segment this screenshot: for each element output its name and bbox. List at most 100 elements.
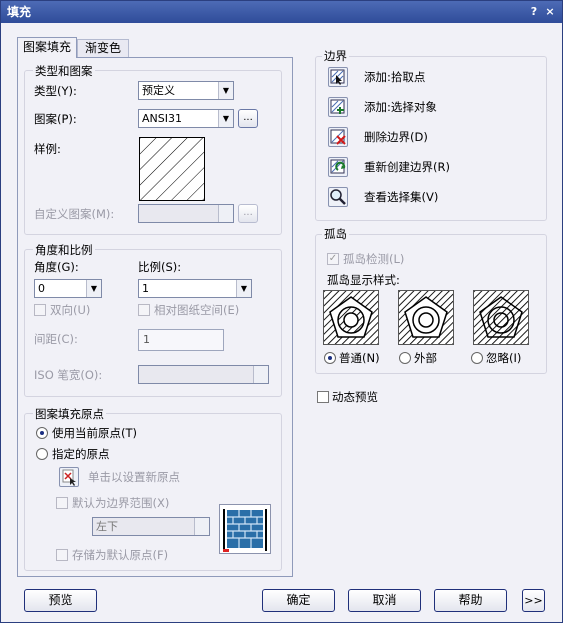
specified-origin-label: 指定的原点 bbox=[52, 447, 110, 461]
island-style-normal-preview[interactable] bbox=[323, 290, 379, 345]
angle-combo[interactable]: 0 ▼ bbox=[34, 279, 102, 298]
preview-button[interactable]: 预览 bbox=[24, 589, 97, 612]
iso-pen-label: ISO 笔宽(O): bbox=[34, 368, 103, 382]
click-set-origin-label: 单击以设置新原点 bbox=[88, 470, 180, 484]
use-current-origin-radio[interactable] bbox=[36, 427, 48, 439]
ignore-style-icon bbox=[474, 291, 528, 344]
dynamic-preview-checkbox[interactable] bbox=[317, 391, 329, 403]
scale-combo[interactable]: 1 ▼ bbox=[138, 279, 252, 298]
origin-position-value: 左下 bbox=[96, 520, 118, 533]
island-detection-label: 孤岛检测(L) bbox=[343, 252, 405, 266]
chevron-down-icon: ▼ bbox=[218, 110, 233, 127]
island-outer-label: 外部 bbox=[414, 351, 437, 365]
recreate-boundary-label[interactable]: 重新创建边界(R) bbox=[364, 159, 450, 175]
title-bar: 填充 ? × bbox=[1, 1, 562, 23]
origin-preview bbox=[219, 504, 271, 554]
more-options-button[interactable]: >> bbox=[522, 589, 545, 612]
help-button[interactable]: 帮助 bbox=[434, 589, 507, 612]
ok-button[interactable]: 确定 bbox=[262, 589, 335, 612]
outer-style-icon bbox=[399, 291, 453, 344]
tab-hatch[interactable]: 图案填充 bbox=[17, 37, 77, 58]
recreate-boundary-button[interactable] bbox=[328, 157, 348, 177]
island-normal-radio[interactable] bbox=[324, 352, 336, 364]
island-normal-label: 普通(N) bbox=[339, 351, 380, 365]
origin-pick-icon bbox=[62, 469, 76, 486]
iso-pen-combo[interactable] bbox=[138, 365, 269, 384]
island-style-outer-preview[interactable] bbox=[398, 290, 454, 345]
origin-title: 图案填充原点 bbox=[33, 407, 106, 421]
chevron-down-icon: ▼ bbox=[236, 280, 251, 297]
tab-gradient[interactable]: 渐变色 bbox=[77, 39, 129, 58]
type-label: 类型(Y): bbox=[34, 84, 77, 98]
add-select-objects-label[interactable]: 添加:选择对象 bbox=[364, 99, 437, 115]
spacing-field[interactable]: 1 bbox=[138, 329, 224, 351]
sample-label: 样例: bbox=[34, 142, 61, 156]
remove-boundary-icon bbox=[330, 129, 346, 145]
add-pick-points-label[interactable]: 添加:拾取点 bbox=[364, 69, 425, 85]
store-default-checkbox[interactable] bbox=[56, 549, 68, 561]
default-extents-label: 默认为边界范围(X) bbox=[72, 496, 170, 510]
origin-position-combo[interactable]: 左下 bbox=[92, 517, 210, 536]
default-extents-checkbox[interactable] bbox=[56, 497, 68, 509]
angle-label: 角度(G): bbox=[34, 260, 79, 274]
double-label: 双向(U) bbox=[50, 303, 91, 317]
cancel-button[interactable]: 取消 bbox=[348, 589, 421, 612]
island-style-ignore-preview[interactable] bbox=[473, 290, 529, 345]
chevron-down-icon bbox=[218, 205, 233, 222]
remove-boundaries-label[interactable]: 删除边界(D) bbox=[364, 129, 428, 145]
relative-paper-checkbox[interactable] bbox=[138, 304, 150, 316]
custom-browse-button[interactable]: ... bbox=[238, 204, 258, 223]
remove-boundaries-button[interactable] bbox=[328, 127, 348, 147]
spacing-value: 1 bbox=[143, 333, 150, 346]
island-detection-checkbox[interactable]: ✓ bbox=[327, 253, 339, 265]
scale-value: 1 bbox=[142, 282, 149, 295]
chevron-down-icon bbox=[194, 518, 209, 535]
islands-title: 孤岛 bbox=[322, 227, 349, 241]
add-pick-points-button[interactable] bbox=[328, 67, 348, 87]
relative-paper-label: 相对图纸空间(E) bbox=[154, 303, 240, 317]
chevron-down-icon: ▼ bbox=[218, 82, 233, 99]
island-ignore-label: 忽略(I) bbox=[486, 351, 522, 365]
brick-pattern-icon bbox=[223, 509, 267, 552]
view-selections-button[interactable] bbox=[328, 187, 348, 207]
hatch-tab-panel: 类型和图案 类型(Y): 预定义 ▼ 图案(P): ANSI31 ▼ ... 样… bbox=[17, 57, 293, 577]
pattern-browse-button[interactable]: ... bbox=[238, 109, 258, 128]
type-pattern-title: 类型和图案 bbox=[33, 64, 95, 78]
store-default-label: 存储为默认原点(F) bbox=[72, 548, 169, 562]
dialog-title: 填充 bbox=[7, 5, 32, 19]
angle-value: 0 bbox=[38, 282, 45, 295]
type-value: 预定义 bbox=[142, 84, 175, 97]
close-icon[interactable]: × bbox=[543, 5, 557, 19]
view-selections-label[interactable]: 查看选择集(V) bbox=[364, 189, 438, 205]
pattern-label: 图案(P): bbox=[34, 112, 77, 126]
ansi31-pattern-icon bbox=[140, 138, 204, 200]
island-ignore-radio[interactable] bbox=[471, 352, 483, 364]
add-select-objects-button[interactable] bbox=[328, 97, 348, 117]
help-icon[interactable]: ? bbox=[527, 5, 541, 19]
normal-style-icon bbox=[324, 291, 378, 344]
chevron-down-icon: ▼ bbox=[86, 280, 101, 297]
set-origin-button[interactable] bbox=[59, 467, 79, 487]
custom-pattern-label: 自定义图案(M): bbox=[34, 207, 115, 221]
chevron-down-icon bbox=[253, 366, 268, 383]
specified-origin-radio[interactable] bbox=[36, 448, 48, 460]
pattern-value: ANSI31 bbox=[142, 112, 182, 125]
pattern-combo[interactable]: ANSI31 ▼ bbox=[138, 109, 234, 128]
recreate-boundary-icon bbox=[330, 159, 346, 174]
double-checkbox[interactable] bbox=[34, 304, 46, 316]
select-objects-icon bbox=[330, 99, 345, 114]
use-current-origin-label: 使用当前原点(T) bbox=[52, 426, 137, 440]
boundaries-title: 边界 bbox=[322, 49, 349, 63]
angle-scale-title: 角度和比例 bbox=[33, 243, 95, 257]
island-style-label: 孤岛显示样式: bbox=[327, 273, 400, 287]
type-combo[interactable]: 预定义 ▼ bbox=[138, 81, 234, 100]
dynamic-preview-label: 动态预览 bbox=[332, 390, 378, 404]
custom-pattern-combo[interactable] bbox=[138, 204, 234, 223]
pick-point-icon bbox=[330, 69, 345, 85]
pattern-sample-swatch[interactable] bbox=[139, 137, 205, 201]
hatch-dialog: 填充 ? × 图案填充 渐变色 类型和图案 类型(Y): 预定义 ▼ 图案(P)… bbox=[0, 0, 563, 623]
view-selection-icon bbox=[330, 189, 346, 205]
island-outer-radio[interactable] bbox=[399, 352, 411, 364]
scale-label: 比例(S): bbox=[138, 260, 182, 274]
spacing-label: 间距(C): bbox=[34, 332, 78, 346]
